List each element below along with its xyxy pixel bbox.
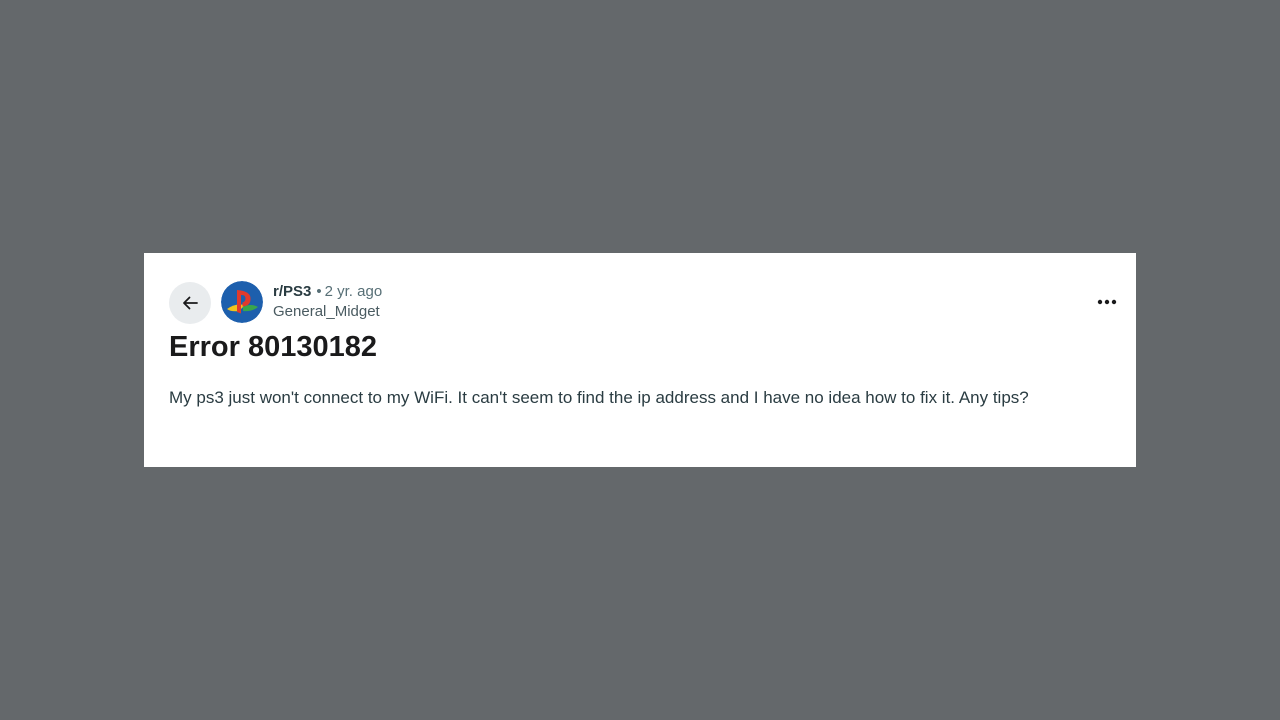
playstation-logo-icon — [221, 281, 263, 323]
subreddit-avatar[interactable] — [221, 281, 263, 323]
more-horizontal-icon — [1097, 299, 1117, 305]
post-body: My ps3 just won't connect to my WiFi. It… — [169, 388, 1029, 407]
post-title[interactable]: Error 80130182 — [169, 327, 377, 367]
post-meta-line: r/PS3 • 2 yr. ago — [273, 282, 382, 302]
meta-separator: • — [316, 283, 322, 300]
post-card: r/PS3 • 2 yr. ago General_Midget Error 801… — [144, 253, 1136, 467]
post-meta: r/PS3 • 2 yr. ago General_Midget — [273, 282, 382, 322]
more-options-button[interactable] — [1094, 289, 1120, 315]
post-age: 2 yr. ago — [324, 283, 383, 300]
arrow-left-icon — [183, 296, 198, 310]
back-button[interactable] — [169, 282, 211, 324]
subreddit-link[interactable]: r/PS3 — [273, 283, 311, 300]
author-link[interactable]: General_Midget — [273, 302, 382, 322]
